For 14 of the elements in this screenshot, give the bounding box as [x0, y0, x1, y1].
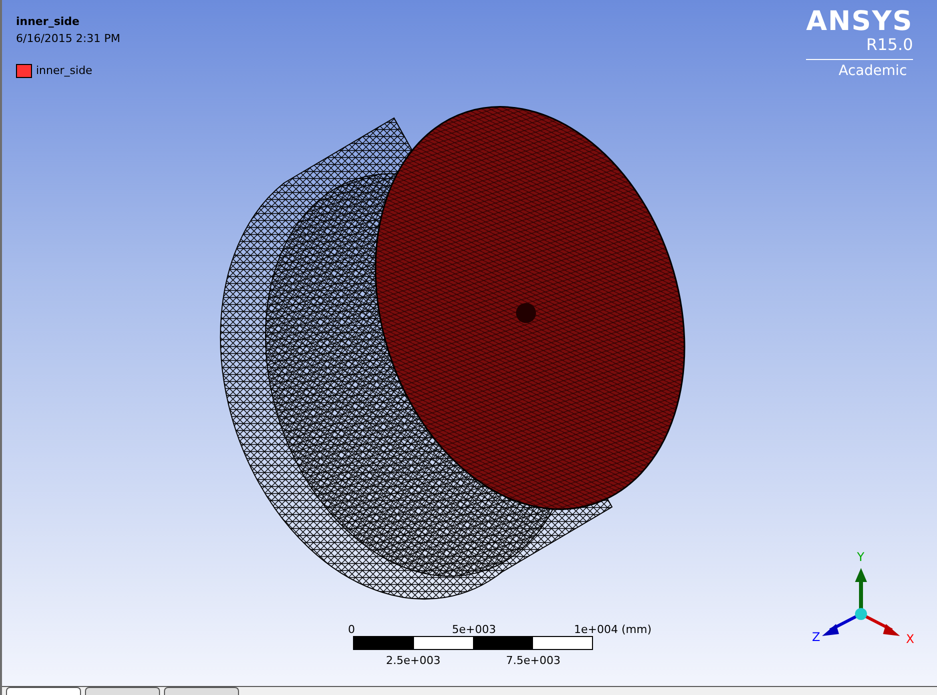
- view-title: inner_side: [16, 14, 80, 30]
- scale-label: 5e+003: [452, 622, 496, 638]
- logo-name: ANSYS: [806, 8, 913, 35]
- legend-label: inner_side: [36, 63, 92, 79]
- axis-label: X: [906, 631, 914, 648]
- logo-edition: Academic: [806, 59, 913, 80]
- scale-label: 0: [348, 622, 355, 638]
- axis-label: Z: [812, 629, 820, 646]
- scale-label: 2.5e+003: [386, 653, 440, 669]
- scale-label: 7.5e+003: [506, 653, 560, 669]
- axis-label: Y: [857, 549, 864, 566]
- timestamp: 6/16/2015 2:31 PM: [16, 30, 120, 46]
- scale-label: 1e+004 (mm): [574, 622, 652, 638]
- logo-version: R15.0: [865, 37, 913, 53]
